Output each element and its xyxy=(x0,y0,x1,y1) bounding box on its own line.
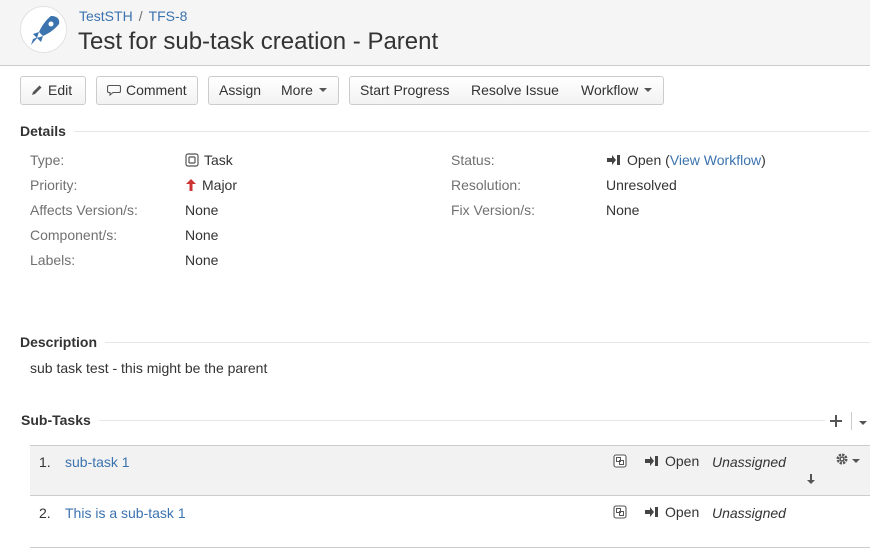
breadcrumb-separator: / xyxy=(138,8,143,24)
resolution-label: Resolution: xyxy=(451,177,522,193)
subtask-status-text: Open xyxy=(665,453,700,469)
workflow-button-label: Workflow xyxy=(581,82,639,98)
subtask-title-link[interactable]: sub-task 1 xyxy=(65,454,130,470)
subtasks-options-chevron-icon[interactable] xyxy=(859,421,867,425)
breadcrumb: TestSTH / TFS-8 xyxy=(79,8,187,24)
subtask-status: Open xyxy=(644,453,699,469)
components-label: Component/s: xyxy=(30,227,118,243)
rocket-icon xyxy=(31,16,60,45)
status-value-text: Open xyxy=(627,152,662,168)
project-avatar[interactable] xyxy=(20,6,67,53)
edit-button-label: Edit xyxy=(48,82,73,98)
details-divider xyxy=(20,131,870,132)
more-button-label: More xyxy=(281,82,313,98)
type-label: Type: xyxy=(30,152,65,168)
status-open-icon xyxy=(645,455,658,466)
start-progress-label: Start Progress xyxy=(360,82,450,98)
description-heading: Description xyxy=(20,334,106,350)
add-subtask-icon[interactable] xyxy=(830,415,842,427)
description-text[interactable]: sub task test - this might be the parent xyxy=(30,360,267,376)
type-value-text: Task xyxy=(204,152,233,168)
subtask-number: 1. xyxy=(39,454,51,470)
subtask-actions[interactable] xyxy=(835,452,860,469)
view-workflow-link[interactable]: View Workflow xyxy=(670,152,761,168)
description-divider xyxy=(20,342,870,343)
fix-version-label: Fix Version/s: xyxy=(451,202,536,218)
comment-button[interactable]: Comment xyxy=(96,76,198,105)
subtask-number: 2. xyxy=(39,505,51,521)
subtask-assignee: Unassigned xyxy=(712,454,786,470)
subtask-status: Open xyxy=(644,504,699,520)
resolve-issue-label: Resolve Issue xyxy=(471,82,559,98)
resolution-value: Unresolved xyxy=(606,177,677,193)
issue-header: TestSTH / TFS-8 Test for sub-task creation… xyxy=(0,0,870,66)
chevron-down-icon xyxy=(852,459,860,464)
labels-value: None xyxy=(185,252,219,268)
chevron-down-icon xyxy=(318,88,327,93)
subtasks-header-divider xyxy=(851,412,852,430)
subtask-type-icon xyxy=(613,454,627,468)
comment-button-label: Comment xyxy=(126,82,187,98)
priority-label: Priority: xyxy=(30,177,78,193)
status-paren-close: ) xyxy=(761,152,766,168)
subtask-assignee: Unassigned xyxy=(712,505,786,521)
labels-label: Labels: xyxy=(30,252,76,268)
subtask-title-link[interactable]: This is a sub-task 1 xyxy=(65,505,186,521)
priority-value: Major xyxy=(185,177,237,193)
page-title: Test for sub-task creation - Parent xyxy=(78,28,439,55)
status-open-icon xyxy=(645,506,658,517)
assign-button[interactable]: Assign xyxy=(208,76,272,105)
subtasks-divider xyxy=(20,420,825,421)
gear-icon xyxy=(836,453,848,465)
start-progress-button[interactable]: Start Progress xyxy=(349,76,462,105)
affects-version-label: Affects Version/s: xyxy=(30,202,138,218)
type-value: Task xyxy=(185,152,233,168)
status-open-icon xyxy=(607,154,620,165)
move-down-icon[interactable] xyxy=(806,473,816,485)
status-value: Open (View Workflow) xyxy=(606,152,766,168)
workflow-button[interactable]: Workflow xyxy=(571,76,664,105)
breadcrumb-project-link[interactable]: TestSTH xyxy=(79,8,133,24)
resolve-issue-button[interactable]: Resolve Issue xyxy=(461,76,572,105)
chevron-down-icon xyxy=(644,88,653,93)
breadcrumb-issue-key-link[interactable]: TFS-8 xyxy=(149,8,188,24)
subtasks-heading: Sub-Tasks xyxy=(21,412,99,428)
more-button[interactable]: More xyxy=(271,76,339,105)
fix-version-value: None xyxy=(606,202,640,218)
status-label: Status: xyxy=(451,152,495,168)
task-type-icon xyxy=(185,153,199,167)
subtask-row[interactable]: 2. This is a sub-task 1 Open Unassigned xyxy=(30,497,870,548)
priority-value-text: Major xyxy=(202,177,238,193)
details-heading: Details xyxy=(20,123,74,139)
arrow-up-icon xyxy=(186,178,196,191)
edit-button[interactable]: Edit xyxy=(20,76,86,105)
affects-version-value: None xyxy=(185,202,219,218)
subtask-type-icon xyxy=(613,505,627,519)
subtask-row[interactable]: 1. sub-task 1 Open Unassigned xyxy=(30,445,870,496)
pencil-icon xyxy=(32,85,42,95)
comment-icon xyxy=(107,84,121,96)
assign-button-label: Assign xyxy=(219,82,262,98)
subtask-status-text: Open xyxy=(665,504,700,520)
components-value: None xyxy=(185,227,219,243)
